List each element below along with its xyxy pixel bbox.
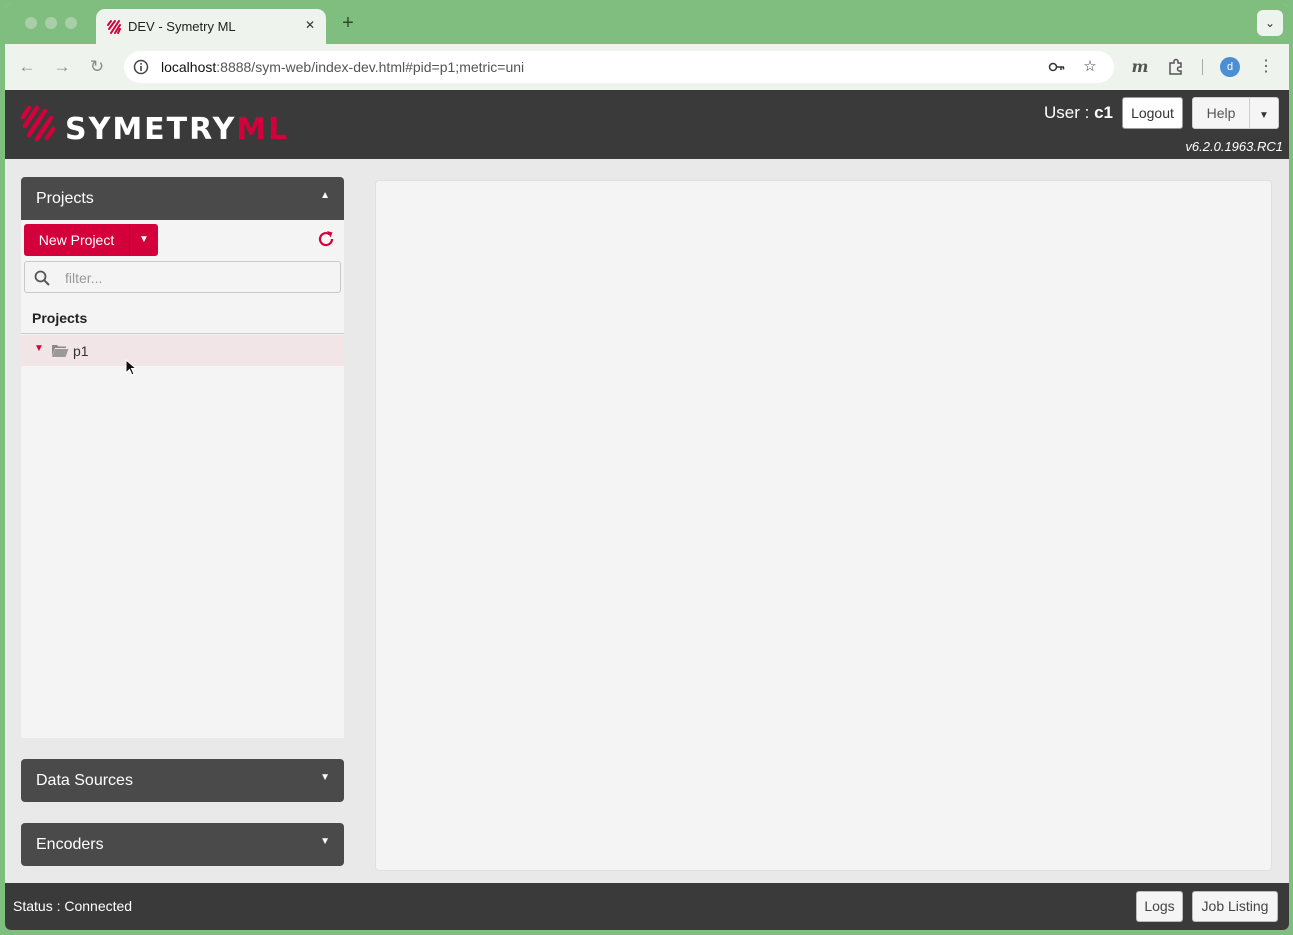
- maximize-window-button[interactable]: [65, 17, 77, 29]
- logs-button[interactable]: Logs: [1136, 891, 1183, 922]
- close-window-button[interactable]: [25, 17, 37, 29]
- status-bar: Status : Connected Logs Job Listing: [5, 883, 1289, 930]
- back-arrow-icon[interactable]: ←: [16, 56, 38, 78]
- extension-m-icon[interactable]: m: [1129, 56, 1151, 78]
- caret-up-icon: ▲: [320, 190, 330, 201]
- encoders-panel-header[interactable]: Encoders ▼: [21, 823, 344, 866]
- toolbar-divider: [1202, 59, 1203, 75]
- user-name: c1: [1094, 103, 1113, 122]
- connection-status: Status : Connected: [13, 898, 133, 914]
- browser-window: DEV - Symetry ML ✕ + ⌄ ← → ↻ localhost:8…: [5, 4, 1289, 930]
- app-header: SYMETRYML User : c1 Logout Help ▼ v6.2.0…: [5, 90, 1289, 159]
- url-host: localhost: [161, 59, 217, 75]
- encoders-panel-title: Encoders: [36, 836, 104, 853]
- help-button[interactable]: Help: [1192, 97, 1250, 129]
- extensions-puzzle-icon[interactable]: [1165, 56, 1187, 78]
- projects-panel-body: New Project ▼ Projects: [21, 220, 344, 738]
- address-bar[interactable]: localhost:8888/sym-web/index-dev.html#pi…: [124, 51, 1114, 83]
- project-filter: [24, 261, 341, 293]
- mouse-cursor-icon: [125, 359, 137, 376]
- job-listing-button[interactable]: Job Listing: [1192, 891, 1278, 922]
- new-tab-button[interactable]: +: [338, 13, 358, 33]
- user-prefix: User :: [1044, 103, 1095, 122]
- main-content-panel: [375, 180, 1272, 871]
- version-label: v6.2.0.1963.RC1: [1185, 139, 1283, 154]
- help-dropdown-button[interactable]: ▼: [1249, 97, 1279, 129]
- projects-tree-title: Projects: [32, 310, 88, 326]
- url-path: :8888/sym-web/index-dev.html#pid=p1;metr…: [216, 59, 525, 75]
- projects-panel-header[interactable]: Projects ▲: [21, 177, 344, 220]
- reload-icon[interactable]: ↻: [86, 56, 108, 78]
- url-text: localhost:8888/sym-web/index-dev.html#pi…: [161, 59, 524, 75]
- browser-menu-icon[interactable]: ⋮: [1255, 56, 1277, 78]
- site-info-icon[interactable]: [133, 59, 149, 75]
- data-sources-panel-title: Data Sources: [36, 772, 133, 789]
- user-label: User : c1: [1044, 103, 1113, 123]
- app-body: Projects ▲ New Project ▼ filter... Proje…: [5, 159, 1289, 883]
- tab-close-icon[interactable]: ✕: [302, 17, 318, 33]
- projects-panel-title: Projects: [36, 190, 94, 207]
- new-project-dropdown-button[interactable]: ▼: [129, 224, 158, 256]
- projects-tree-header: Projects: [21, 301, 344, 334]
- profile-avatar[interactable]: d: [1220, 57, 1240, 77]
- key-icon[interactable]: [1048, 58, 1066, 76]
- tab-search-button[interactable]: ⌄: [1257, 10, 1283, 36]
- caret-down-icon: ▼: [320, 772, 330, 783]
- tab-title: DEV - Symetry ML: [128, 19, 236, 34]
- svg-text:SYMETRYML: SYMETRYML: [65, 112, 289, 145]
- refresh-icon[interactable]: [316, 229, 336, 249]
- minimize-window-button[interactable]: [45, 17, 57, 29]
- search-icon: [34, 270, 50, 286]
- browser-tab[interactable]: DEV - Symetry ML ✕: [96, 9, 326, 44]
- tab-strip: DEV - Symetry ML ✕ + ⌄: [5, 4, 1289, 44]
- folder-open-icon: [52, 345, 69, 357]
- tree-item-p1[interactable]: ▼ p1: [21, 335, 344, 366]
- symetry-favicon-icon: [107, 20, 121, 34]
- caret-down-icon: ▼: [1259, 110, 1269, 121]
- filter-input[interactable]: [65, 268, 325, 288]
- expand-caret-icon[interactable]: ▼: [34, 343, 44, 354]
- forward-arrow-icon[interactable]: →: [51, 56, 73, 78]
- logout-button[interactable]: Logout: [1122, 97, 1183, 129]
- new-project-button[interactable]: New Project: [24, 224, 129, 256]
- symetryml-logo: SYMETRYML: [20, 105, 289, 145]
- tree-item-label: p1: [73, 343, 89, 359]
- bookmark-star-icon[interactable]: ☆: [1081, 58, 1099, 76]
- caret-down-icon: ▼: [320, 836, 330, 847]
- browser-toolbar: ← → ↻ localhost:8888/sym-web/index-dev.h…: [5, 44, 1289, 90]
- caret-down-icon: ▼: [139, 234, 149, 245]
- data-sources-panel-header[interactable]: Data Sources ▼: [21, 759, 344, 802]
